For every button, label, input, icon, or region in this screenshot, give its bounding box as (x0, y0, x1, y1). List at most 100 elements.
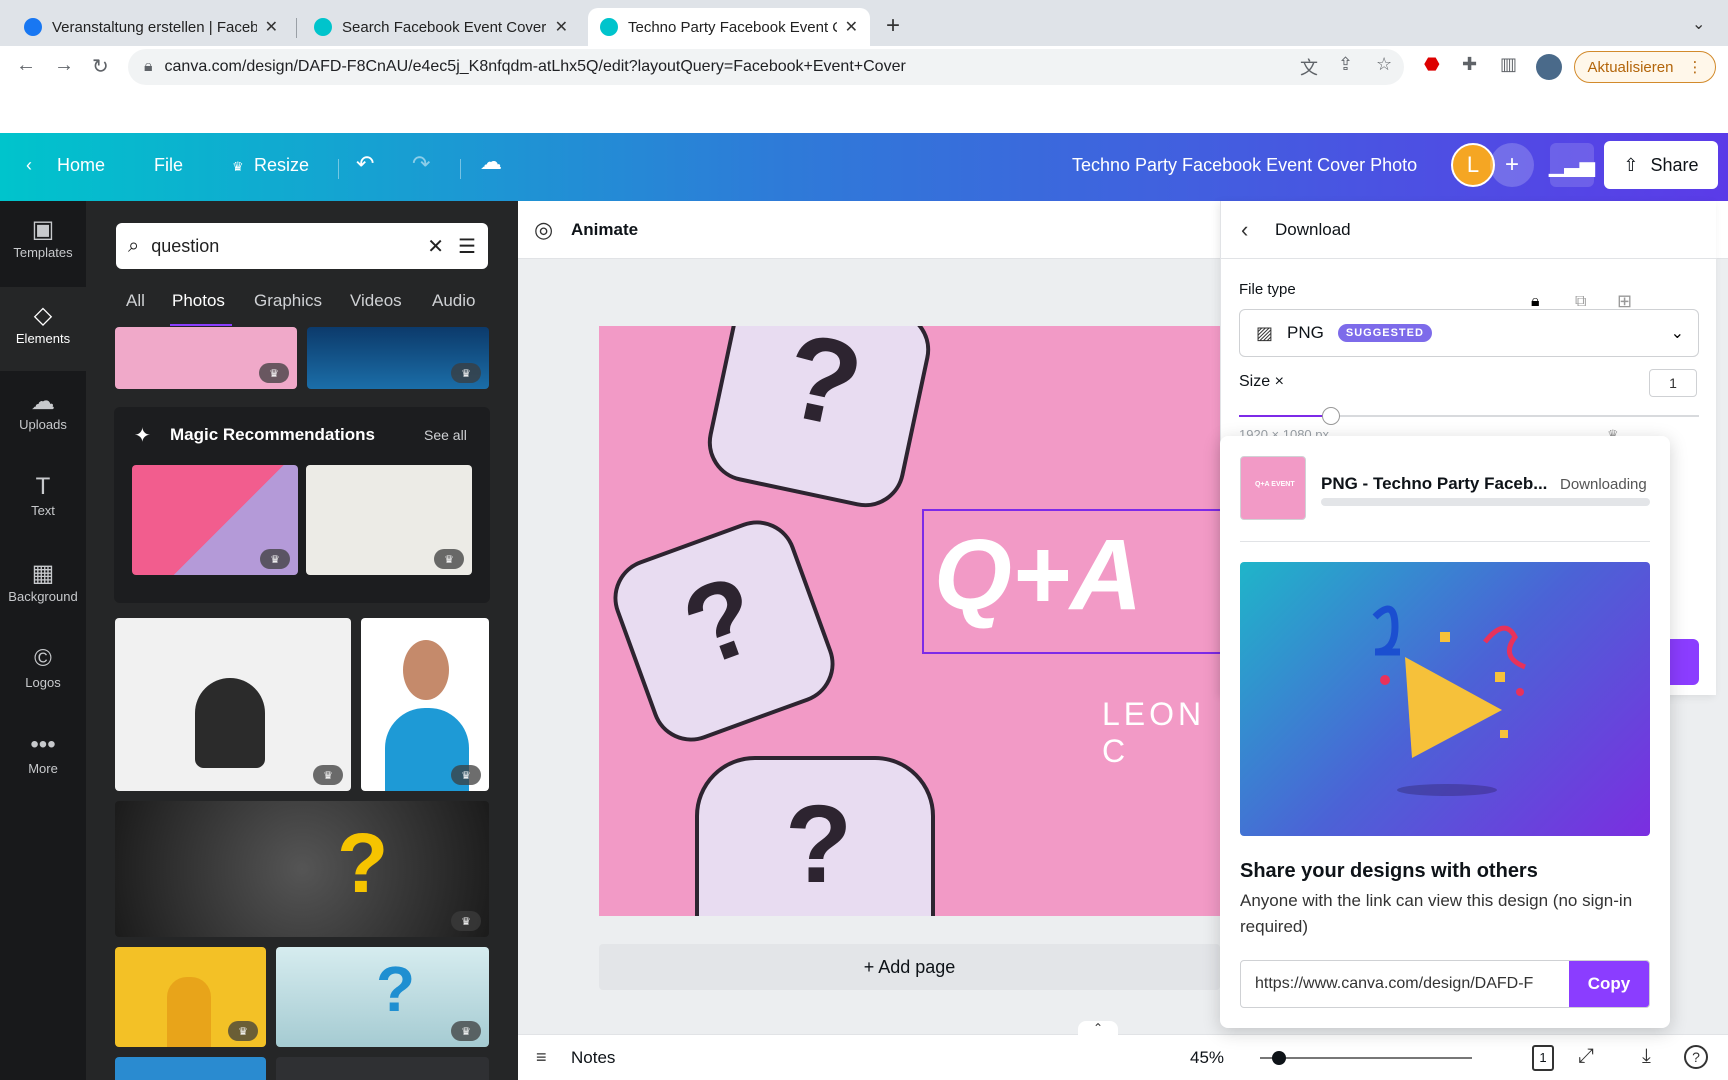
rail-item-elements[interactable]: ◇ Elements (0, 287, 86, 371)
filter-sliders-icon[interactable]: ☰ (458, 234, 476, 259)
chevron-up-icon[interactable]: ⌃ (1078, 1021, 1118, 1037)
close-tab-icon[interactable]: ✕ (265, 17, 278, 37)
share-page-icon[interactable]: ⇪ (1338, 54, 1353, 75)
text-icon: T (35, 473, 51, 500)
file-type-select[interactable]: ▨ PNG SUGGESTED ⌄ (1239, 309, 1699, 357)
extension-shield-icon[interactable]: ⬣ (1424, 54, 1440, 75)
new-tab-button[interactable]: + (886, 12, 900, 40)
cloud-saved-icon[interactable]: ☁ (480, 149, 502, 175)
rail-item-templates[interactable]: ▣ Templates (0, 201, 86, 285)
redo-icon[interactable]: ↷ (412, 151, 430, 177)
zoom-level[interactable]: 45% (1190, 1048, 1224, 1068)
share-link-field[interactable]: https://www.canva.com/design/DAFD-F Copy (1240, 960, 1650, 1008)
bookmark-star-icon[interactable]: ☆ (1376, 54, 1392, 75)
search-input[interactable]: question (151, 236, 427, 257)
confetti-shape (1495, 672, 1505, 682)
see-all-link[interactable]: See all (424, 427, 467, 443)
size-slider-thumb[interactable] (1322, 407, 1340, 425)
photo-thumbnail[interactable]: ♛ (307, 327, 489, 389)
undo-icon[interactable]: ↶ (356, 151, 374, 177)
image-icon: ▨ (1256, 322, 1274, 343)
celebration-illustration (1240, 562, 1650, 836)
photo-thumbnail[interactable] (115, 1057, 266, 1080)
crown-icon: ♛ (451, 363, 481, 383)
download-arrow-icon[interactable]: ⤓ (1642, 1045, 1651, 1068)
rail-item-text[interactable]: T Text (0, 459, 86, 543)
notes-icon: ≡ (536, 1047, 547, 1067)
photo-thumbnail[interactable]: ♛ (306, 465, 472, 575)
close-tab-icon[interactable]: ✕ (845, 17, 858, 37)
tab-list-chevron-icon[interactable]: ⌄ (1692, 14, 1705, 34)
insights-chart-icon[interactable]: ▁▃▅ (1549, 143, 1595, 187)
photo-thumbnail[interactable]: ♛ (115, 327, 297, 389)
rail-item-more[interactable]: ••• More (0, 717, 86, 801)
share-button[interactable]: ⇧ Share (1604, 141, 1718, 189)
size-label: Size × (1239, 373, 1284, 390)
more-dots-icon: ••• (30, 731, 56, 758)
help-icon[interactable]: ? (1684, 1045, 1708, 1069)
zoom-slider-track[interactable] (1260, 1057, 1472, 1059)
tab-all[interactable]: All (126, 291, 145, 311)
update-button[interactable]: Aktualisieren ⋮ (1574, 51, 1716, 83)
canva-header: ‹ Home File ♛ Resize ↶ ↷ ☁ Techno Party … (0, 133, 1728, 201)
translate-icon[interactable]: 文 (1300, 54, 1318, 80)
photo-thumbnail[interactable]: ♛ (361, 618, 489, 791)
zoom-slider-thumb[interactable] (1272, 1051, 1286, 1065)
browser-tab-search[interactable]: Search Facebook Event Cover ✕ (302, 8, 580, 46)
photo-thumbnail[interactable]: ♛ (132, 465, 298, 575)
photo-thumbnail[interactable]: ♛ (115, 947, 266, 1047)
home-button[interactable]: Home (57, 155, 105, 176)
add-member-button[interactable]: + (1490, 143, 1534, 187)
fullscreen-icon[interactable]: ⤢ (1578, 1045, 1594, 1068)
crown-icon: ♛ (232, 159, 244, 174)
qa-heading: Q+A (934, 519, 1143, 631)
photo-person-shape (195, 678, 265, 768)
rail-item-logos[interactable]: © Logos (0, 631, 86, 715)
side-panel-icon[interactable]: ▥ (1500, 54, 1517, 75)
lock-icon: 🔒︎ (144, 58, 153, 75)
page-count-button[interactable]: 1 (1532, 1045, 1554, 1071)
background-icon: ▦ (31, 560, 55, 587)
notes-button[interactable]: Notes (571, 1048, 615, 1068)
add-page-button[interactable]: + Add page (599, 944, 1220, 990)
forward-arrow-icon[interactable]: → (54, 54, 74, 77)
question-mark-graphic: ? (337, 816, 389, 910)
rail-item-uploads[interactable]: ☁ Uploads (0, 373, 86, 457)
copy-link-button[interactable]: Copy (1569, 961, 1649, 1007)
document-title[interactable]: Techno Party Facebook Event Cover Photo (1072, 155, 1417, 176)
url-bar[interactable]: 🔒︎ canva.com/design/DAFD-F8CnAU/e4ec5j_K… (128, 49, 1404, 85)
design-canvas[interactable]: ? ? ? Q+A LEON C (599, 326, 1220, 916)
clear-search-icon[interactable]: ✕ (427, 234, 444, 259)
profile-avatar-icon[interactable] (1536, 54, 1562, 80)
user-avatar[interactable]: L (1451, 143, 1495, 187)
animate-button[interactable]: Animate (571, 220, 638, 240)
photo-thumbnail[interactable]: ? ♛ (276, 947, 489, 1047)
crown-icon: ♛ (260, 549, 290, 569)
selected-text-box[interactable]: Q+A (922, 509, 1220, 654)
size-slider-fill (1239, 415, 1331, 417)
browser-tab-active[interactable]: Techno Party Facebook Event C ✕ (588, 8, 870, 46)
reload-icon[interactable]: ↻ (92, 54, 109, 79)
photo-thumbnail[interactable] (276, 1057, 489, 1080)
tab-graphics[interactable]: Graphics (254, 291, 322, 311)
share-link-text[interactable]: https://www.canva.com/design/DAFD-F (1241, 975, 1569, 993)
back-chevron-icon[interactable]: ‹ (1241, 217, 1248, 243)
back-arrow-icon[interactable]: ← (16, 54, 36, 77)
search-field[interactable]: ⌕ question ✕ ☰ (116, 223, 488, 269)
tab-audio[interactable]: Audio (432, 291, 475, 311)
chevron-left-icon[interactable]: ‹ (26, 155, 32, 176)
size-multiplier-input[interactable]: 1 (1649, 369, 1697, 397)
tab-photos[interactable]: Photos (172, 291, 225, 311)
browser-tab-facebook[interactable]: Veranstaltung erstellen | Faceb ✕ (12, 8, 290, 46)
resize-button[interactable]: Resize (254, 155, 309, 176)
tab-videos[interactable]: Videos (350, 291, 402, 311)
rail-label: More (28, 761, 58, 776)
rail-label: Templates (13, 245, 73, 260)
share-description: Anyone with the link can view this desig… (1240, 891, 1633, 936)
close-tab-icon[interactable]: ✕ (555, 17, 568, 37)
rail-item-background[interactable]: ▦ Background (0, 545, 86, 629)
file-menu-button[interactable]: File (154, 155, 183, 176)
photo-thumbnail[interactable]: ? ♛ (115, 801, 489, 937)
extensions-puzzle-icon[interactable]: ✚ (1462, 54, 1477, 75)
photo-thumbnail[interactable]: ♛ (115, 618, 351, 791)
